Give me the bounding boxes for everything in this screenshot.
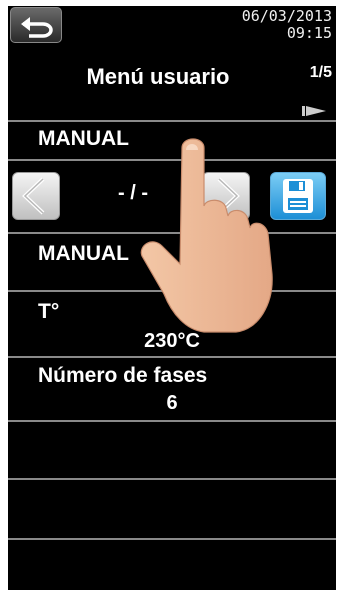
date-label: 06/03/2013 xyxy=(241,7,332,25)
time-label: 09:15 xyxy=(286,24,332,42)
device-screen: 06/03/2013 09:15 Menú usuario 1/5 MANUAL… xyxy=(8,6,336,590)
divider xyxy=(8,420,336,422)
datetime: 06/03/2013 09:15 xyxy=(242,8,332,42)
divider xyxy=(8,478,336,480)
divider xyxy=(8,120,336,122)
back-button[interactable] xyxy=(10,7,62,43)
back-arrow-icon xyxy=(21,17,53,38)
mode-top-label[interactable]: MANUAL xyxy=(38,127,129,151)
mode-label[interactable]: MANUAL xyxy=(38,242,129,266)
pointing-hand-icon xyxy=(140,138,273,333)
phases-value[interactable]: 6 xyxy=(8,392,336,415)
divider xyxy=(8,538,336,540)
divider xyxy=(8,356,336,358)
chevron-left-icon xyxy=(22,177,45,215)
previous-button[interactable] xyxy=(12,172,60,220)
page-title: Menú usuario xyxy=(86,64,230,89)
page-indicator: 1/5 xyxy=(309,64,332,81)
phases-label: Número de fases xyxy=(38,364,208,387)
temperature-label: T° xyxy=(38,300,60,323)
